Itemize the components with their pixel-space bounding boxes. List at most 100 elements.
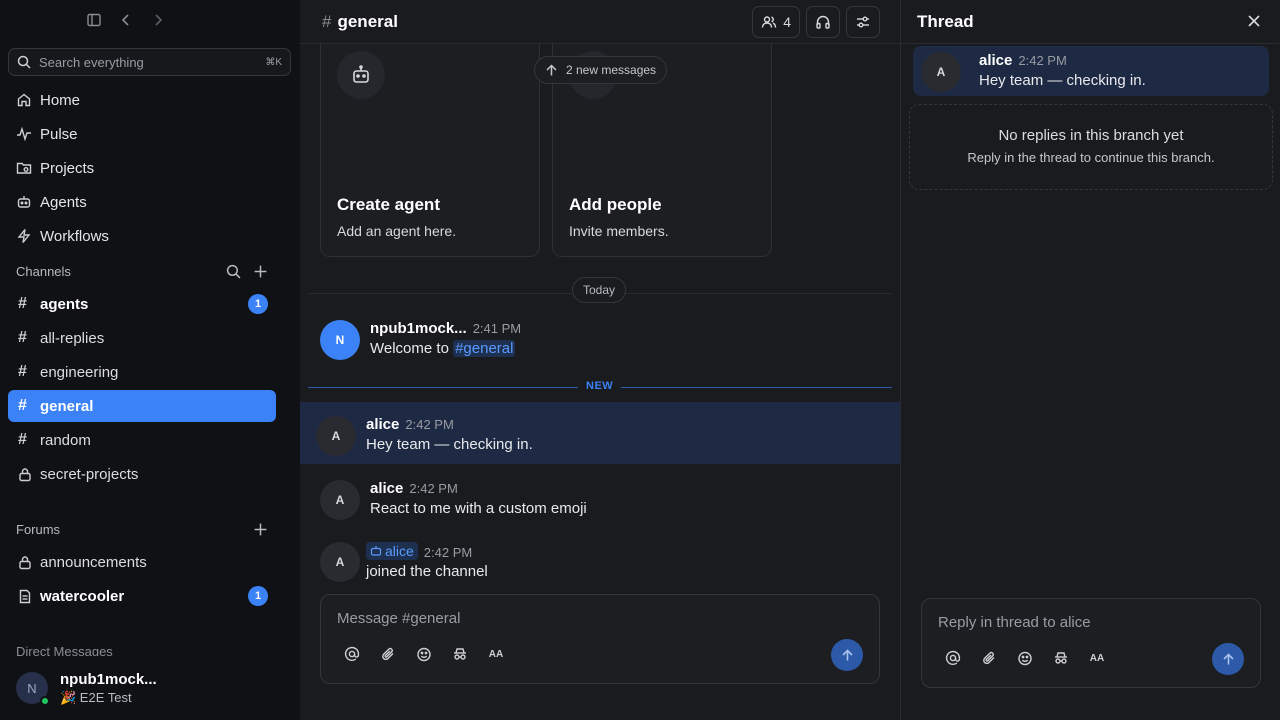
send-button[interactable]: [1212, 643, 1244, 675]
channel-item-all-replies[interactable]: # all-replies: [8, 322, 276, 354]
user-footer[interactable]: N npub1mock... 🎉 E2E Test: [0, 656, 300, 720]
text-format-icon[interactable]: AA: [487, 645, 505, 663]
message-text: Hey team — checking in.: [366, 436, 533, 453]
close-icon[interactable]: [1247, 14, 1261, 28]
nav-item-pulse[interactable]: Pulse: [16, 122, 78, 146]
back-icon[interactable]: [116, 10, 136, 30]
channel-name: engineering: [40, 363, 119, 381]
bot-author-tag[interactable]: alice: [366, 542, 418, 560]
incognito-icon[interactable]: [451, 645, 469, 663]
arrow-up-icon: [1222, 652, 1235, 666]
forum-doc-icon: [18, 589, 32, 604]
channel-name: agents: [40, 295, 89, 313]
attachment-icon[interactable]: [980, 649, 998, 667]
sliders-icon: [855, 14, 871, 30]
forum-item-announcements[interactable]: announcements: [8, 546, 276, 578]
user-status: 🎉 E2E Test: [60, 689, 132, 705]
message-time: 2:41 PM: [472, 321, 522, 336]
new-messages-button[interactable]: 2 new messages: [534, 56, 668, 84]
sidebar-top-nav: [84, 10, 168, 30]
incognito-icon[interactable]: [1052, 649, 1070, 667]
message-text: React to me with a custom emoji: [370, 500, 587, 517]
avatar[interactable]: A: [320, 542, 360, 582]
card-title: Add people: [569, 195, 662, 214]
avatar[interactable]: A: [921, 52, 961, 92]
message-time: 2:42 PM: [423, 545, 473, 560]
message-author[interactable]: alice: [979, 52, 1012, 69]
message-author: alice: [385, 543, 414, 559]
message-author[interactable]: alice: [370, 480, 403, 497]
members-button[interactable]: 4: [752, 6, 800, 38]
channel-item-general[interactable]: # general: [8, 390, 276, 422]
mention-icon[interactable]: [944, 649, 962, 667]
create-agent-card[interactable]: Create agent Add an agent here.: [320, 30, 540, 257]
thread-composer[interactable]: Reply in thread to alice AA: [921, 598, 1261, 688]
hash-icon: #: [18, 295, 27, 312]
hash-icon: #: [18, 397, 27, 414]
empty-title: No replies in this branch yet: [998, 127, 1184, 144]
user-name: npub1mock...: [60, 670, 157, 688]
emoji-icon[interactable]: [1016, 649, 1034, 667]
message-text: joined the channel: [366, 563, 488, 580]
channel-item-random[interactable]: # random: [8, 424, 276, 456]
message-author[interactable]: alice: [366, 416, 399, 433]
channel-name: secret-projects: [40, 465, 139, 483]
thread-parent-message[interactable]: A alice 2:42 PM Hey team — checking in.: [913, 46, 1269, 96]
arrow-up-icon: [545, 63, 558, 77]
forum-name: watercooler: [40, 587, 125, 605]
channel-item-agents[interactable]: # agents 1: [8, 288, 276, 320]
emoji-icon[interactable]: [415, 645, 433, 663]
message-time: 2:42 PM: [409, 481, 458, 496]
nav-item-workflows[interactable]: Workflows: [16, 224, 109, 248]
add-channel-icon[interactable]: [253, 264, 268, 279]
message-item[interactable]: A alice 2:42 PM React to me with a custo…: [320, 480, 587, 520]
avatar-initial: N: [27, 680, 37, 696]
channel-item-engineering[interactable]: # engineering: [8, 356, 276, 388]
thread-header: Thread: [901, 0, 1280, 44]
message-author[interactable]: npub1mock...: [370, 320, 467, 337]
nav-item-projects[interactable]: Projects: [16, 156, 94, 180]
add-forum-icon[interactable]: [253, 522, 268, 537]
empty-replies-state: No replies in this branch yet Reply in t…: [909, 104, 1273, 190]
card-title: Create agent: [337, 195, 440, 214]
huddle-button[interactable]: [806, 6, 840, 38]
hash-icon: #: [18, 363, 27, 380]
forums-section-label: Forums: [16, 522, 61, 537]
composer-placeholder: Message #general: [337, 610, 461, 627]
nav-item-agents[interactable]: Agents: [16, 190, 87, 214]
text-format-icon[interactable]: AA: [1088, 649, 1106, 667]
search-shortcut: ⌘K: [265, 56, 282, 68]
mention-icon[interactable]: [343, 645, 361, 663]
arrow-up-icon: [841, 648, 854, 662]
sidebar: Search everything ⌘K Home Pulse Projects…: [0, 0, 300, 720]
online-status-dot: [40, 696, 50, 706]
channel-settings-button[interactable]: [846, 6, 880, 38]
nav-item-home[interactable]: Home: [16, 88, 80, 112]
message-text: Welcome to: [370, 340, 454, 357]
message-item[interactable]: N npub1mock... 2:41 PM Welcome to #gener…: [320, 320, 521, 360]
send-button[interactable]: [831, 639, 863, 671]
channel-search-icon[interactable]: [226, 264, 241, 279]
message-item[interactable]: A alice 2:42 PM Hey team — checking in.: [316, 416, 533, 456]
forward-icon[interactable]: [148, 10, 168, 30]
avatar[interactable]: A: [316, 416, 356, 456]
hash-icon: #: [18, 329, 27, 346]
thread-title: Thread: [917, 11, 974, 31]
hash-icon: #: [322, 11, 332, 31]
robot-icon: [337, 51, 385, 99]
avatar[interactable]: N: [320, 320, 360, 360]
nav-item-label: Workflows: [40, 227, 109, 245]
message-item[interactable]: A alice 2:42 PM joined the channel: [320, 542, 488, 582]
search-input[interactable]: Search everything ⌘K: [8, 48, 291, 76]
home-icon: [16, 92, 32, 108]
message-composer[interactable]: Message #general AA: [320, 594, 880, 684]
card-subtitle: Add an agent here.: [337, 223, 457, 239]
channel-item-secret-projects[interactable]: secret-projects: [8, 458, 276, 490]
forum-item-watercooler[interactable]: watercooler 1: [8, 580, 276, 612]
forum-name: announcements: [40, 553, 147, 571]
avatar[interactable]: A: [320, 480, 360, 520]
attachment-icon[interactable]: [379, 645, 397, 663]
composer-placeholder: Reply in thread to alice: [938, 614, 1091, 631]
channel-mention-link[interactable]: #general: [453, 340, 516, 357]
sidebar-toggle-icon[interactable]: [84, 10, 104, 30]
